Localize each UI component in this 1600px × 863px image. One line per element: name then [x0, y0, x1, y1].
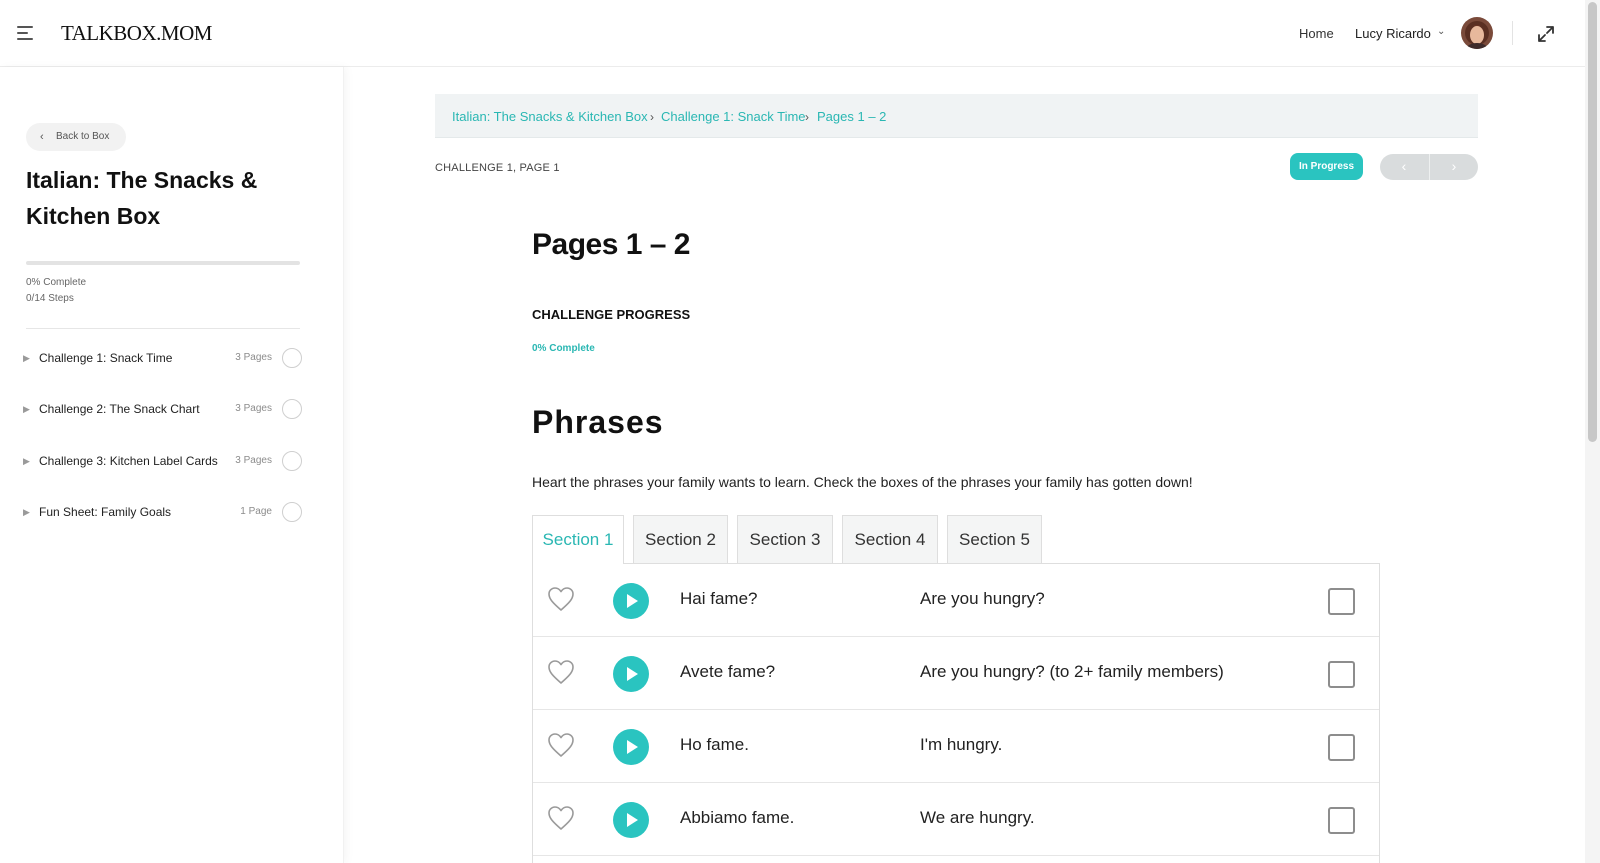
chevron-left-icon: ‹	[40, 131, 44, 143]
heart-outline-icon[interactable]	[547, 732, 575, 758]
sidebar-lesson-challenge-3[interactable]: ▶ Challenge 3: Kitchen Label Cards 3 Pag…	[20, 449, 302, 475]
tab-section-3[interactable]: Section 3	[737, 515, 833, 563]
next-page-button[interactable]: ›	[1430, 154, 1478, 180]
sidebar-divider	[26, 328, 300, 329]
play-audio-button[interactable]	[613, 802, 649, 838]
phrase-table: Hai fame? Are you hungry? Avete fame? Ar…	[532, 563, 1380, 863]
breadcrumb-page[interactable]: Pages 1 – 2	[817, 109, 886, 124]
breadcrumb-challenge[interactable]: Challenge 1: Snack Time	[661, 109, 806, 124]
course-title: Italian: The Snacks & Kitchen Box	[26, 167, 258, 229]
course-progress-bar	[26, 261, 300, 265]
phrase-row: Hai fame? Are you hungry?	[533, 564, 1379, 637]
heart-outline-icon[interactable]	[547, 805, 575, 831]
expand-triangle-icon[interactable]: ▶	[23, 404, 30, 415]
phrase-learned-checkbox[interactable]	[1328, 661, 1355, 688]
course-sidebar: ‹ Back to Box Italian: The Snacks & Kitc…	[0, 67, 344, 863]
chevron-down-icon[interactable]: ⌄	[1437, 26, 1445, 37]
page-title: Pages 1 – 2	[532, 228, 690, 261]
lesson-name[interactable]: Challenge 3: Kitchen Label Cards	[39, 454, 218, 468]
lesson-page-count: 1 Page	[240, 506, 272, 517]
phrase-learned-checkbox[interactable]	[1328, 807, 1355, 834]
phrase-italian: Abbiamo fame.	[680, 808, 795, 827]
course-progress-percent: 0% Complete	[26, 277, 87, 288]
phrase-row: Avete fame? Are you hungry? (to 2+ famil…	[533, 637, 1379, 710]
phrase-english: We are hungry.	[920, 808, 1035, 827]
phrase-italian: Hai fame?	[680, 589, 758, 608]
phrases-heading: Phrases	[532, 404, 664, 440]
play-audio-button[interactable]	[613, 729, 649, 765]
sidebar-lesson-challenge-2[interactable]: ▶ Challenge 2: The Snack Chart 3 Pages	[20, 397, 302, 423]
expand-triangle-icon[interactable]: ▶	[23, 456, 30, 467]
heart-outline-icon[interactable]	[547, 586, 575, 612]
header-divider	[1512, 21, 1513, 45]
user-menu-name[interactable]: Lucy Ricardo	[1355, 26, 1431, 41]
phrase-english: Are you hungry? (to 2+ family members)	[920, 662, 1224, 681]
sidebar-lesson-fun-sheet[interactable]: ▶ Fun Sheet: Family Goals 1 Page	[20, 500, 302, 526]
lesson-status-circle-icon	[282, 502, 302, 522]
lesson-page-count: 3 Pages	[235, 403, 272, 414]
lesson-name[interactable]: Fun Sheet: Family Goals	[39, 505, 171, 519]
phrase-learned-checkbox[interactable]	[1328, 588, 1355, 615]
expand-triangle-icon[interactable]: ▶	[23, 507, 30, 518]
previous-page-button[interactable]: ‹	[1380, 154, 1428, 180]
breadcrumb: Italian: The Snacks & Kitchen Box › Chal…	[435, 94, 1478, 138]
lesson-page-count: 3 Pages	[235, 352, 272, 363]
top-header: TALKBOX.MOM Home Lucy Ricardo ⌄	[0, 0, 1585, 67]
phrase-english: I'm hungry.	[920, 735, 1003, 754]
challenge-page-label: CHALLENGE 1, PAGE 1	[435, 162, 560, 174]
challenge-progress-percent: 0% Complete	[532, 343, 595, 354]
tab-section-2[interactable]: Section 2	[633, 515, 728, 563]
nav-home-link[interactable]: Home	[1299, 26, 1334, 41]
breadcrumb-separator-icon: ›	[650, 110, 654, 124]
play-audio-button[interactable]	[613, 656, 649, 692]
phrase-row: Abbiamo fame. We are hungry.	[533, 783, 1379, 856]
tab-section-4[interactable]: Section 4	[842, 515, 938, 563]
course-progress-steps: 0/14 Steps	[26, 293, 74, 304]
play-audio-button[interactable]	[613, 583, 649, 619]
challenge-progress-heading: CHALLENGE PROGRESS	[532, 307, 691, 322]
phrases-instructions: Heart the phrases your family wants to l…	[532, 474, 1193, 490]
lesson-status-circle-icon	[282, 451, 302, 471]
phrase-italian: Ho fame.	[680, 735, 749, 754]
page-pager: ‹ ›	[1380, 154, 1478, 180]
breadcrumb-course[interactable]: Italian: The Snacks & Kitchen Box	[452, 109, 648, 124]
lesson-status-circle-icon	[282, 348, 302, 368]
avatar[interactable]	[1461, 17, 1493, 49]
phrase-learned-checkbox[interactable]	[1328, 734, 1355, 761]
sidebar-lesson-challenge-1[interactable]: ▶ Challenge 1: Snack Time 3 Pages	[20, 346, 302, 372]
expand-icon[interactable]	[1537, 25, 1555, 43]
lesson-status-circle-icon	[282, 399, 302, 419]
tab-section-1[interactable]: Section 1	[532, 515, 624, 564]
back-to-box-button[interactable]: ‹ Back to Box	[26, 123, 126, 151]
tab-section-5[interactable]: Section 5	[947, 515, 1042, 563]
phrase-italian: Avete fame?	[680, 662, 776, 681]
site-logo[interactable]: TALKBOX.MOM	[61, 21, 212, 46]
expand-triangle-icon[interactable]: ▶	[23, 353, 30, 364]
lesson-page-count: 3 Pages	[235, 455, 272, 466]
back-to-box-label: Back to Box	[56, 131, 110, 142]
phrase-english: Are you hungry?	[920, 589, 1045, 608]
page-scrollbar-thumb[interactable]	[1588, 2, 1597, 442]
heart-outline-icon[interactable]	[547, 659, 575, 685]
phrase-row: Ho fame. I'm hungry.	[533, 710, 1379, 783]
status-badge: In Progress	[1290, 153, 1363, 180]
lesson-name[interactable]: Challenge 2: The Snack Chart	[39, 402, 200, 416]
avatar-image	[1461, 17, 1493, 49]
hamburger-icon[interactable]	[17, 26, 35, 40]
lesson-name[interactable]: Challenge 1: Snack Time	[39, 351, 172, 365]
breadcrumb-separator-icon: ›	[805, 110, 809, 124]
